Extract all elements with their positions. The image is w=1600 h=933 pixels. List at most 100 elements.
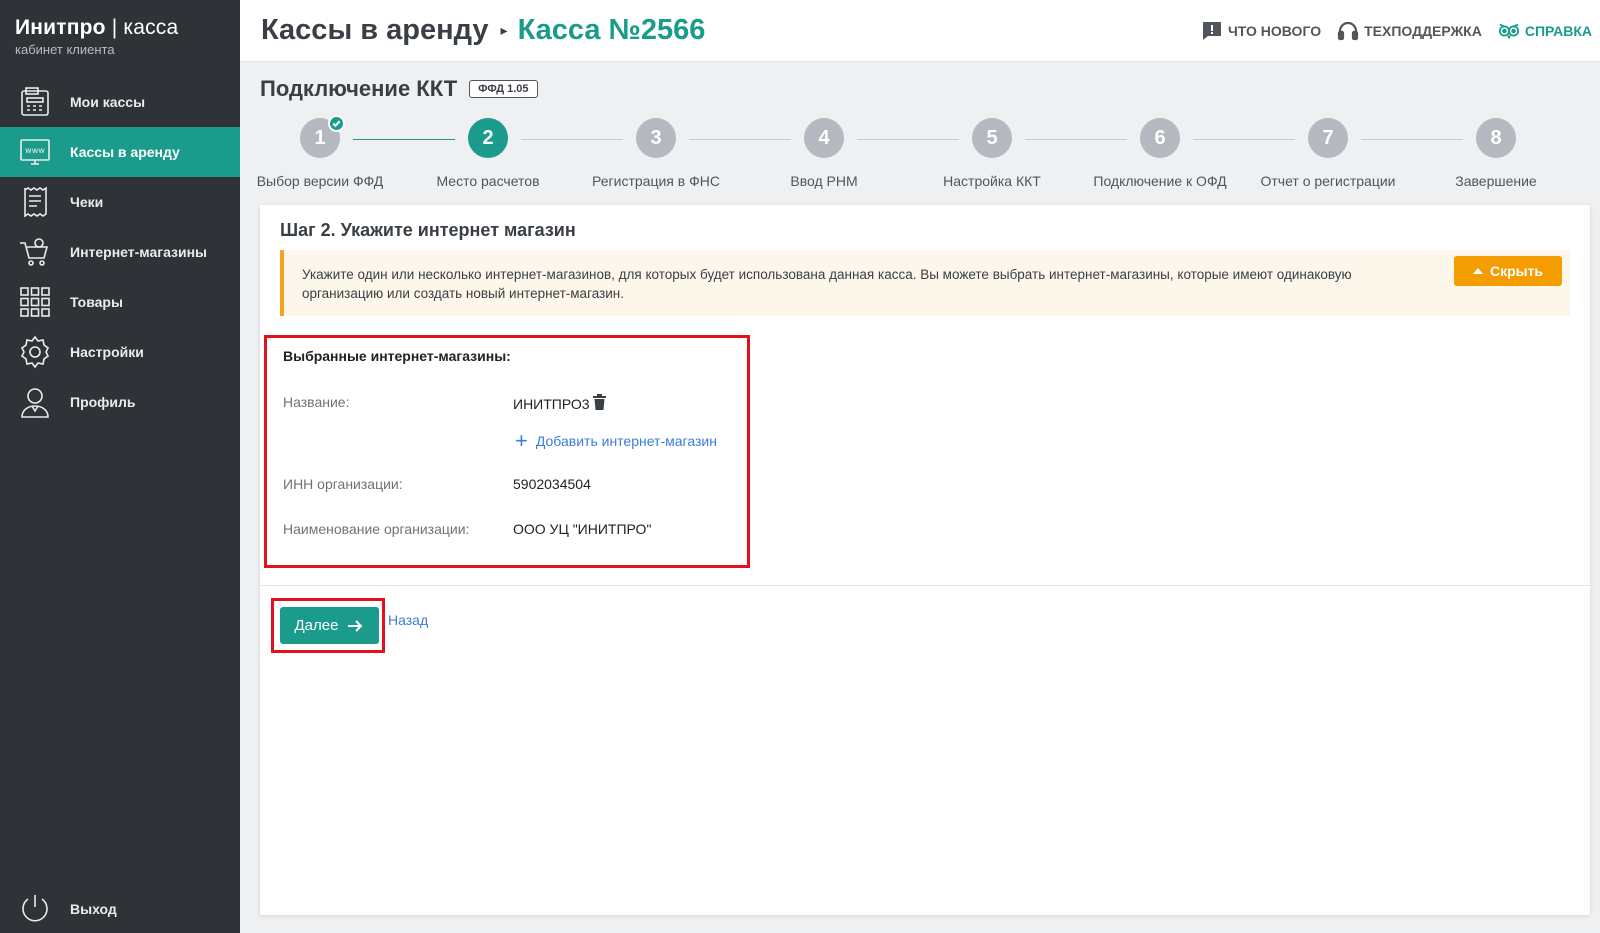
back-link[interactable]: Назад bbox=[388, 612, 428, 628]
step-1[interactable]: 1 Выбор версии ФФД bbox=[235, 115, 405, 189]
step-6: 6 Подключение к ОФД bbox=[1075, 118, 1245, 189]
add-store-label: Добавить интернет-магазин bbox=[535, 433, 717, 449]
support-label: Техподдержка bbox=[1364, 23, 1482, 39]
chat-alert-icon bbox=[1202, 22, 1221, 40]
info-notice: Укажите один или несколько интернет-мага… bbox=[280, 250, 1570, 316]
cash-register-icon bbox=[18, 85, 52, 119]
brand-separator: | bbox=[111, 16, 118, 39]
step-label: Настройка ККТ bbox=[943, 173, 1041, 189]
check-icon bbox=[328, 115, 345, 132]
step-5: 5 Настройка ККТ bbox=[907, 118, 1077, 189]
step-label: Подключение к ОФД bbox=[1093, 173, 1227, 189]
store-name-value-row: ИНИТПРО3 bbox=[513, 394, 606, 413]
step-3: 3 Регистрация в ФНС bbox=[571, 118, 741, 189]
sidebar-item-label: Чеки bbox=[70, 194, 104, 210]
step-number: 2 bbox=[482, 126, 494, 149]
breadcrumb-arrow-icon: ▸ bbox=[500, 22, 508, 38]
support-link[interactable]: Техподдержка bbox=[1337, 20, 1482, 42]
sidebar-item-receipts[interactable]: Чеки bbox=[0, 177, 240, 227]
sidebar-item-online-stores[interactable]: Интернет-магазины bbox=[0, 227, 240, 277]
caret-up-icon bbox=[1472, 268, 1483, 274]
sidebar-item-label: Товары bbox=[70, 294, 123, 310]
header-links: Что нового Техподдержка Справка bbox=[1185, 20, 1592, 42]
step-7: 7 Отчет о регистрации bbox=[1243, 118, 1413, 189]
owl-icon bbox=[1498, 23, 1519, 40]
sidebar-item-profile[interactable]: Профиль bbox=[0, 377, 240, 427]
step-number: 3 bbox=[650, 126, 662, 149]
sidebar-item-rental-registers[interactable]: www Кассы в аренду bbox=[0, 127, 240, 177]
step-number: 1 bbox=[314, 126, 326, 149]
stepper: 1 Выбор версии ФФД 2 Место расчетов 3 Ре… bbox=[257, 115, 1590, 198]
step-number: 4 bbox=[818, 126, 830, 149]
breadcrumb: Кассы в аренду ▸ Касса №2566 bbox=[261, 14, 705, 47]
step-4: 4 Ввод РНМ bbox=[739, 118, 909, 189]
grid-icon bbox=[18, 285, 52, 319]
whats-new-link[interactable]: Что нового bbox=[1201, 20, 1321, 42]
next-label: Далее bbox=[294, 617, 339, 634]
headset-icon bbox=[1337, 21, 1359, 41]
sidebar: Инитпро | касса кабинет клиента Мои кассы … bbox=[0, 0, 240, 933]
step-title: Шаг 2. Укажите интернет магазин bbox=[280, 220, 576, 240]
store-name-label: Название: bbox=[283, 394, 350, 410]
sidebar-item-my-registers[interactable]: Мои кассы bbox=[0, 77, 240, 127]
sidebar-item-label: Мои кассы bbox=[70, 94, 146, 110]
svg-text:www: www bbox=[25, 146, 45, 155]
store-name-value: ИНИТПРО3 bbox=[513, 395, 590, 412]
step-number: 8 bbox=[1490, 126, 1502, 149]
hide-notice-button[interactable]: Скрыть bbox=[1454, 256, 1562, 286]
plus-icon: + bbox=[515, 428, 528, 453]
brand-name: Инитпро bbox=[15, 16, 106, 39]
step-number: 5 bbox=[986, 126, 998, 149]
whats-new-label: Что нового bbox=[1227, 23, 1322, 39]
selected-stores-title: Выбранные интернет-магазины: bbox=[283, 348, 511, 364]
step-number: 6 bbox=[1154, 126, 1166, 149]
breadcrumb-parent[interactable]: Кассы в аренду bbox=[261, 14, 489, 47]
hide-label: Скрыть bbox=[1489, 263, 1544, 279]
user-icon bbox=[18, 385, 52, 419]
selected-stores-panel: Выбранные интернет-магазины: Название: И… bbox=[264, 335, 750, 568]
divider bbox=[260, 585, 1590, 586]
sidebar-item-label: Интернет-магазины bbox=[70, 244, 208, 260]
sidebar-item-label: Настройки bbox=[70, 344, 144, 360]
page-title-row: Подключение ККТ ФФД 1.05 bbox=[260, 76, 538, 102]
brand-logo[interactable]: Инитпро | касса кабинет клиента bbox=[15, 16, 178, 57]
sidebar-nav: Мои кассы www Кассы в аренду Чеки Интерн… bbox=[0, 77, 240, 427]
step-label: Регистрация в ФНС bbox=[592, 173, 720, 189]
trash-icon[interactable] bbox=[590, 394, 606, 413]
step-card: Шаг 2. Укажите интернет магазин Укажите … bbox=[260, 205, 1590, 915]
step-number: 7 bbox=[1322, 126, 1334, 149]
inn-label: ИНН организации: bbox=[283, 476, 403, 492]
ffd-version-badge: ФФД 1.05 bbox=[469, 80, 538, 98]
shopping-cart-icon bbox=[18, 235, 52, 269]
next-button[interactable]: Далее bbox=[280, 607, 379, 644]
org-name-label: Наименование организации: bbox=[283, 521, 470, 537]
notice-text: Укажите один или несколько интернет-мага… bbox=[302, 267, 1352, 301]
org-name-value: ООО УЦ "ИНИТПРО" bbox=[513, 521, 652, 537]
step-2[interactable]: 2 Место расчетов bbox=[403, 118, 573, 189]
brand-product: касса bbox=[123, 16, 179, 39]
sidebar-item-label: Кассы в аренду bbox=[70, 144, 180, 160]
logout-button[interactable]: Выход bbox=[18, 892, 117, 926]
arrow-right-icon bbox=[348, 619, 363, 632]
step-label: Выбор версии ФФД bbox=[256, 173, 384, 189]
step-label: Отчет о регистрации bbox=[1260, 173, 1396, 189]
step-label: Ввод РНМ bbox=[790, 173, 858, 189]
sidebar-item-products[interactable]: Товары bbox=[0, 277, 240, 327]
inn-value: 5902034504 bbox=[513, 476, 591, 492]
add-store-link[interactable]: + Добавить интернет-магазин bbox=[515, 428, 717, 453]
power-icon bbox=[18, 892, 52, 926]
help-label: Справка bbox=[1524, 23, 1592, 39]
top-header: Кассы в аренду ▸ Касса №2566 Что нового … bbox=[240, 0, 1600, 62]
sidebar-item-label: Профиль bbox=[70, 394, 136, 410]
help-link[interactable]: Справка bbox=[1498, 20, 1592, 42]
logout-label: Выход bbox=[70, 901, 117, 917]
step-label: Завершение bbox=[1455, 173, 1537, 189]
receipt-icon bbox=[18, 185, 52, 219]
step-label: Место расчетов bbox=[436, 173, 540, 189]
www-monitor-icon: www bbox=[18, 135, 52, 169]
step-8: 8 Завершение bbox=[1411, 118, 1581, 189]
gear-icon bbox=[18, 335, 52, 369]
brand-subtitle: кабинет клиента bbox=[15, 42, 115, 57]
sidebar-item-settings[interactable]: Настройки bbox=[0, 327, 240, 377]
page-title: Подключение ККТ bbox=[260, 76, 458, 101]
